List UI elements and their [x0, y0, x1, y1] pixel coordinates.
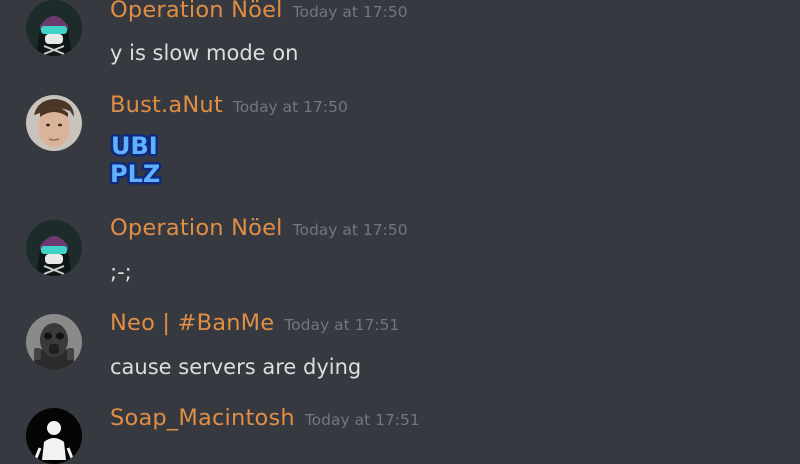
soldier-silhouette-avatar[interactable] [26, 408, 82, 464]
username[interactable]: Operation Nöel [110, 215, 283, 241]
timestamp: Today at 17:51 [284, 316, 400, 334]
username[interactable]: Neo | #BanMe [110, 310, 274, 336]
message-text: ;-; [110, 260, 132, 284]
timestamp: Today at 17:50 [232, 98, 348, 116]
message-header: Operation Nöel Today at 17:50 [110, 215, 408, 241]
message-header: Bust.aNut Today at 17:50 [110, 92, 348, 118]
message-text: y is slow mode on [110, 41, 299, 65]
message-header: Soap_Macintosh Today at 17:51 [110, 405, 420, 431]
username[interactable]: Bust.aNut [110, 92, 223, 118]
username[interactable]: Soap_Macintosh [110, 405, 295, 431]
timestamp: Today at 17:50 [292, 221, 408, 239]
message-header: Neo | #BanMe Today at 17:51 [110, 310, 399, 336]
message-text: cause servers are dying [110, 355, 362, 379]
masked-operator-avatar[interactable] [26, 220, 82, 276]
emote-text-line-2: PLZ [110, 160, 160, 186]
message-header: Operation Nöel Today at 17:50 [110, 0, 408, 23]
username[interactable]: Operation Nöel [110, 0, 283, 23]
masked-operator-avatar[interactable] [26, 0, 82, 56]
emote-text-line-1: UBI [111, 132, 158, 160]
ubi-plz-emote[interactable]: UBI UBI PLZ PLZ [108, 130, 166, 186]
gas-mask-avatar[interactable] [26, 314, 82, 370]
timestamp: Today at 17:50 [292, 3, 408, 21]
face-photo-avatar[interactable] [26, 95, 82, 151]
timestamp: Today at 17:51 [304, 411, 420, 429]
